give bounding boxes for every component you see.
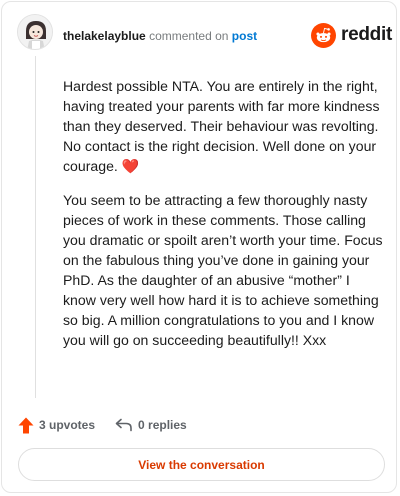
reply-count: 0 replies xyxy=(138,418,187,432)
commented-on-text: commented on xyxy=(149,29,229,43)
comment-paragraph-1-text: Hardest possible NTA. You are entirely i… xyxy=(63,78,380,174)
comment-body: Hardest possible NTA. You are entirely i… xyxy=(63,76,383,364)
heart-emoji: ❤️ xyxy=(121,158,140,174)
comment-paragraph-1: Hardest possible NTA. You are entirely i… xyxy=(63,76,383,176)
upvote-count: 3 upvotes xyxy=(39,418,96,432)
avatar-illustration-icon xyxy=(18,15,52,49)
reddit-wordmark: reddit xyxy=(341,24,392,45)
comment-actions: 3 upvotes 0 replies xyxy=(18,416,187,434)
reddit-snoo-icon xyxy=(311,22,336,48)
embedded-comment-card: thelakelayblue commented on post reddit … xyxy=(1,1,397,493)
thread-line xyxy=(35,56,36,398)
username-link[interactable]: thelakelayblue xyxy=(63,29,146,43)
reply-arrow-icon xyxy=(115,418,133,432)
upvote-button[interactable]: 3 upvotes xyxy=(18,417,95,434)
upvote-arrow-icon xyxy=(18,417,34,434)
comment-paragraph-2: You seem to be attracting a few thorough… xyxy=(63,192,383,348)
reddit-logo[interactable]: reddit xyxy=(311,22,392,48)
avatar[interactable] xyxy=(17,14,53,50)
reply-button[interactable]: 0 replies xyxy=(115,418,187,432)
comment-header: thelakelayblue commented on post xyxy=(63,29,257,43)
post-link[interactable]: post xyxy=(232,29,257,43)
view-conversation-button[interactable]: View the conversation xyxy=(18,448,385,481)
